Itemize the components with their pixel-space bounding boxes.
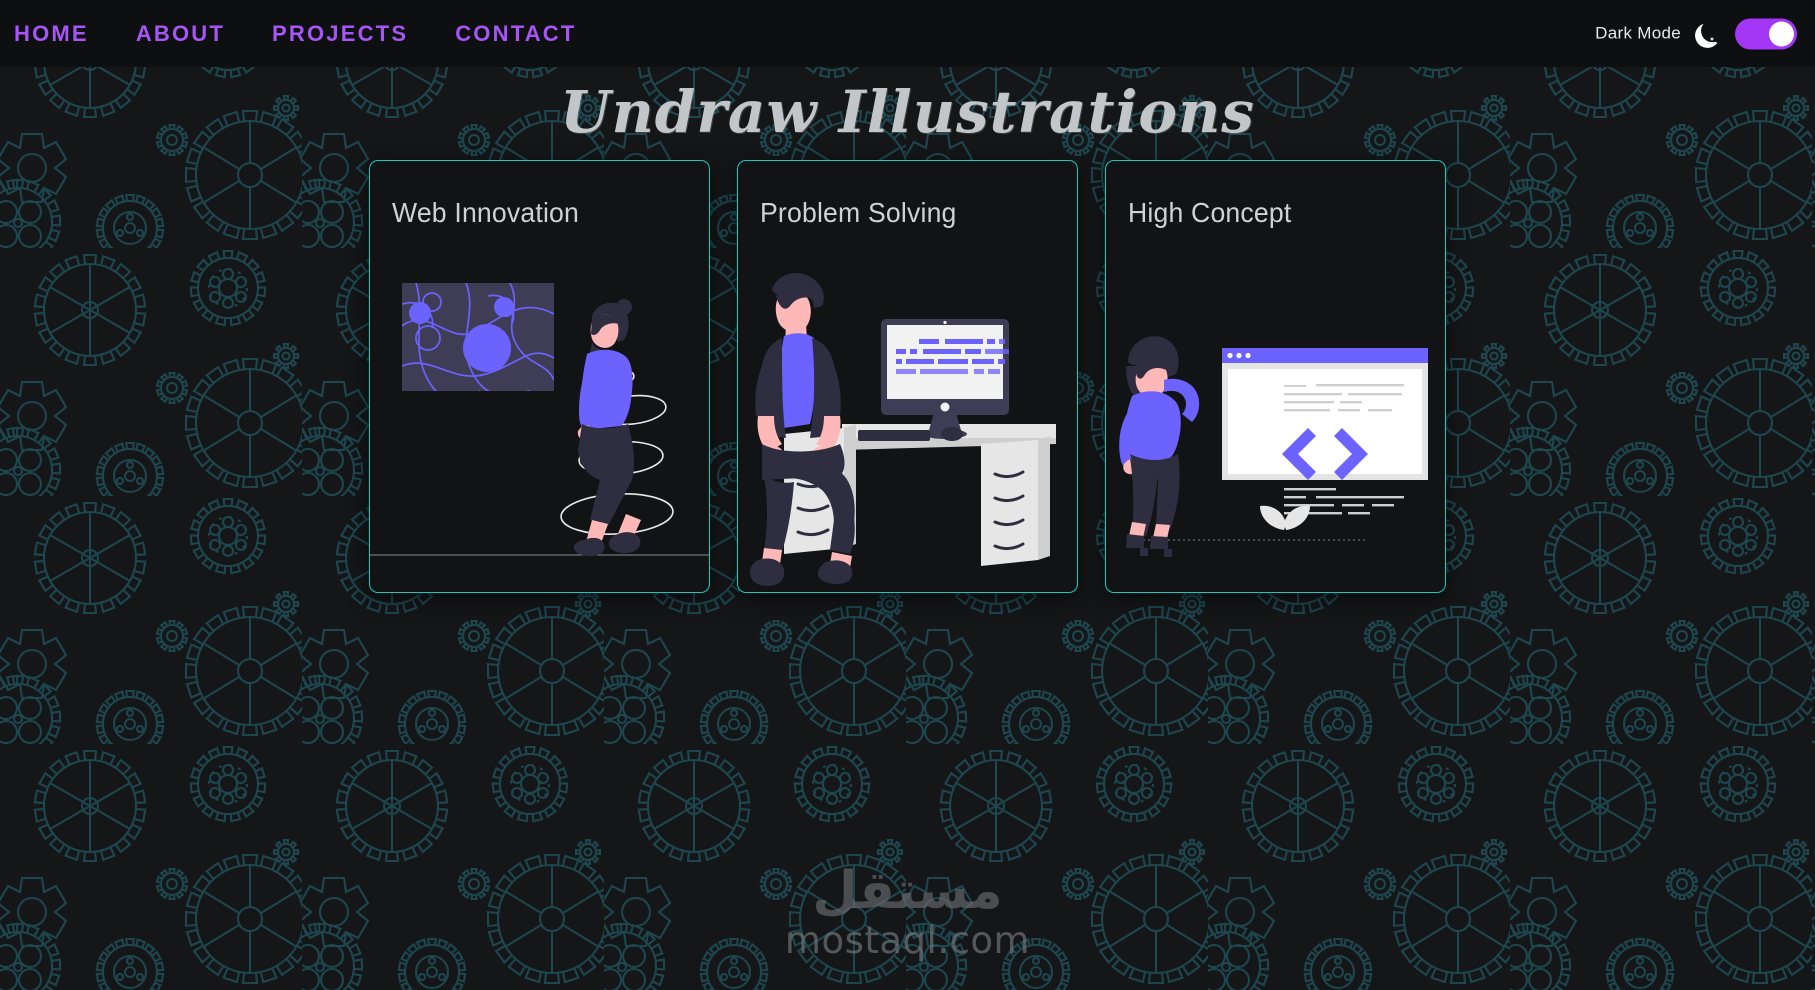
nav-link-contact[interactable]: CONTACT [455,21,576,46]
illustration-high-concept [1119,336,1428,557]
browser-window-mockup [1222,348,1428,515]
watermark-arabic: مستقل [812,861,1003,921]
nav-item-home[interactable]: HOME [14,21,89,47]
woman-standing-figure [1119,336,1200,557]
leaf-sprout [1260,505,1310,530]
card-title-problem-solving: Problem Solving [760,197,957,228]
nav-link-about[interactable]: ABOUT [136,21,225,46]
nav-link-home[interactable]: HOME [14,21,89,46]
moon-icon [1695,23,1718,48]
dark-mode-label: Dark Mode [1595,23,1681,43]
dark-mode-toggle[interactable] [1735,18,1797,49]
card-title-web-innovation: Web Innovation [392,197,580,228]
illustration-web-innovation [370,283,709,557]
watermark: مستقل mostaql.com [785,865,1030,962]
nav-link-projects[interactable]: PROJECTS [272,21,408,46]
illustration-card-grid: Web Innovation Problem Solving High Conc… [0,160,1815,593]
page-title: Undraw Illustrations [560,78,1255,146]
card-problem-solving[interactable]: Problem Solving [737,160,1078,593]
top-navbar: HOME ABOUT PROJECTS CONTACT Dark Mode [0,0,1815,67]
nav-item-contact[interactable]: CONTACT [455,21,576,47]
nav-item-about[interactable]: ABOUT [136,21,225,47]
nav-link-list: HOME ABOUT PROJECTS CONTACT [0,21,577,47]
illustration-problem-solving [750,273,1056,586]
card-high-concept[interactable]: High Concept [1105,160,1446,593]
woman-walking-figure [573,299,641,557]
dark-mode-control: Dark Mode [1595,18,1797,49]
card-title-high-concept: High Concept [1128,197,1292,228]
nav-item-projects[interactable]: PROJECTS [272,21,408,47]
watermark-domain: mostaql.com [784,919,1031,962]
toggle-knob [1769,21,1794,46]
card-web-innovation[interactable]: Web Innovation [369,160,710,593]
